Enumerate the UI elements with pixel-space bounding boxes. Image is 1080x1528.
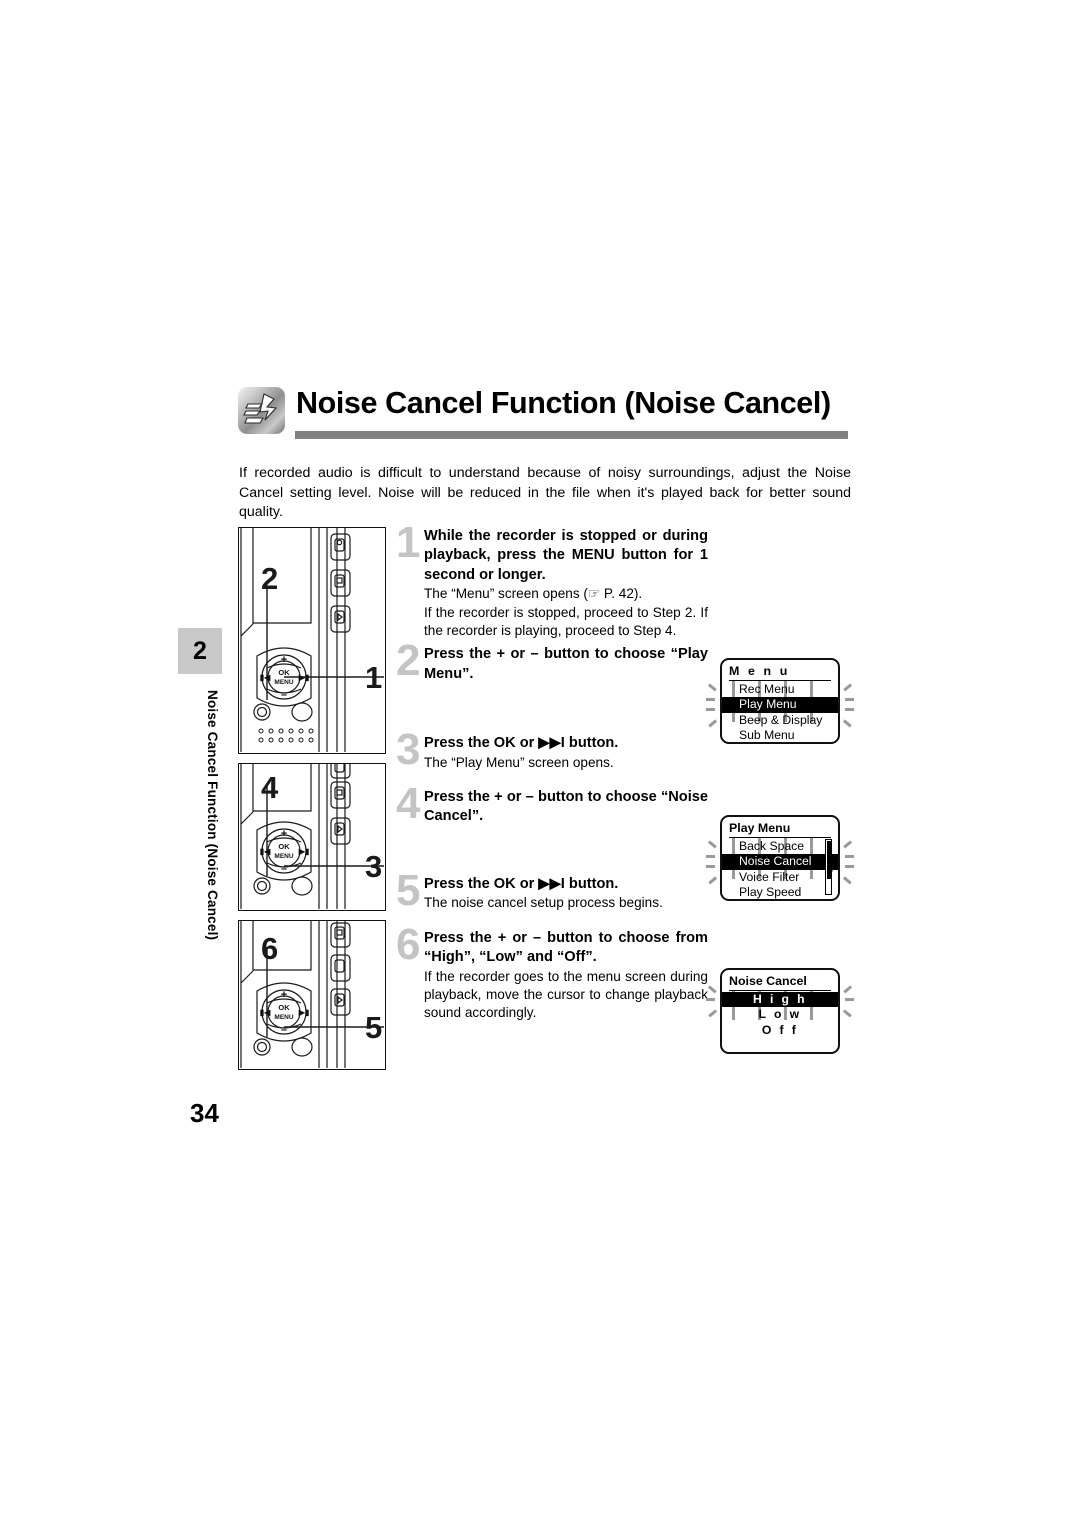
step-5-body: The noise cancel setup process begins. <box>424 895 663 911</box>
step-1-title: While the recorder is stopped or during … <box>424 527 708 585</box>
step-2-title: Press the + or – button to choose “Play … <box>424 646 708 682</box>
lcd-menu-title: M e n u <box>729 664 831 681</box>
lcd-play-menu-cursor-caret <box>828 867 833 875</box>
svg-text:▶▮: ▶▮ <box>298 1008 310 1017</box>
svg-text:–: – <box>281 863 287 875</box>
lcd-noise-cancel-row-off[interactable]: O f f <box>729 1023 831 1038</box>
lcd-menu-row-sub[interactable]: Sub Menu <box>729 728 831 743</box>
step-6-title: Press the + or – button to choose from “… <box>424 929 708 966</box>
svg-text:+: + <box>281 828 287 840</box>
svg-text:MENU: MENU <box>274 679 293 686</box>
svg-text:+: + <box>281 654 287 666</box>
svg-text:▶▮: ▶▮ <box>298 847 310 856</box>
step-1-number: 1 <box>396 518 421 567</box>
device-panel-3: + – ▮◀ ▶▮ OK MENU 6 5 <box>238 920 386 1070</box>
svg-text:MENU: MENU <box>274 1014 293 1021</box>
lcd-play-menu-row-voice-filter[interactable]: Voice Filter <box>729 870 831 885</box>
lcd-menu-row-beep[interactable]: Beep & Display <box>729 713 831 728</box>
svg-text:MENU: MENU <box>274 853 293 860</box>
lcd-menu-rows: Rec Menu Play Menu Beep & Display Sub Me… <box>722 682 838 743</box>
step-4-number: 4 <box>396 779 421 829</box>
step-4: 4 Press the + or – button to choose “Noi… <box>396 782 708 827</box>
chapter-tab: 2 <box>178 628 222 674</box>
svg-text:▮◀: ▮◀ <box>260 847 271 856</box>
lcd-noise-cancel-rows: H i g h L o w O f f <box>722 992 838 1038</box>
step-1-body-line1: The “Menu” screen opens (☞ P. 42). <box>424 586 643 602</box>
lcd-play-menu-row-play-speed[interactable]: Play Speed <box>729 885 831 900</box>
step-4-title: Press the + or – button to choose “Noise… <box>424 789 708 825</box>
lcd-noise-cancel-row-low[interactable]: L o w <box>729 1007 831 1022</box>
step-1-body-line2: If the recorder is stopped, proceed to S… <box>424 604 708 639</box>
lcd-play-menu-row-noise-cancel[interactable]: Noise Cancel <box>722 854 838 870</box>
page-title: Noise Cancel Function (Noise Cancel) <box>296 386 831 420</box>
lcd-play-menu-title: Play Menu <box>729 821 831 838</box>
step-3-number: 3 <box>396 725 421 775</box>
device-callout-2: 2 <box>261 561 279 596</box>
device-panel-2: + – ▮◀ ▶▮ OK MENU 4 3 <box>238 763 386 911</box>
step-6-number: 6 <box>396 919 421 969</box>
lcd-play-menu-row-back-space[interactable]: Back Space <box>729 839 831 854</box>
lcd-noise-cancel: Noise Cancel H i g h L o w O f f <box>706 968 854 1054</box>
step-1: 1 While the recorder is stopped or durin… <box>396 521 708 640</box>
device-callout-3: 3 <box>365 849 383 884</box>
step-5: 5 Press the OK or ▶▶I button. The noise … <box>396 868 708 913</box>
svg-text:–: – <box>281 1024 287 1036</box>
lcd-menu-row-rec[interactable]: Rec Menu <box>729 682 831 697</box>
noise-cancel-icon <box>238 387 285 434</box>
step-5-number: 5 <box>396 865 421 915</box>
page-number: 34 <box>190 1098 219 1128</box>
lcd-menu: M e n u Rec Menu Play Menu Beep & Displa… <box>706 658 854 744</box>
device-panel-1: + – ▮◀ ▶▮ OK MENU 2 1 <box>238 527 386 754</box>
lcd-play-menu: Play Menu Back Space Noise Cancel Voice … <box>706 815 854 901</box>
svg-text:OK: OK <box>278 1003 290 1012</box>
step-3: 3 Press the OK or ▶▶I button. The “Play … <box>396 728 708 772</box>
device-callout-4: 4 <box>261 770 279 805</box>
lcd-play-menu-rows: Back Space Noise Cancel Voice Filter Pla… <box>722 839 838 900</box>
svg-text:▶▮: ▶▮ <box>298 673 310 682</box>
lcd-noise-cancel-title: Noise Cancel <box>729 974 831 991</box>
intro-paragraph: If recorded audio is difficult to unders… <box>239 465 851 520</box>
step-3-body: The “Play Menu” screen opens. <box>424 754 614 770</box>
step-6: 6 Press the + or – button to choose from… <box>396 922 708 1023</box>
step-6-body: If the recorder goes to the menu screen … <box>424 968 708 1021</box>
step-2-number: 2 <box>396 636 421 686</box>
svg-text:–: – <box>281 689 287 701</box>
device-callout-5: 5 <box>365 1010 383 1045</box>
chapter-tab-number: 2 <box>193 636 207 665</box>
svg-text:OK: OK <box>278 668 290 677</box>
step-3-title: Press the OK or ▶▶I button. <box>424 735 619 752</box>
side-running-title: Noise Cancel Function (Noise Cancel) <box>205 690 220 941</box>
device-callout-6: 6 <box>261 931 279 966</box>
step-1-menu-keyword: MENU <box>571 547 615 564</box>
title-rule <box>295 431 848 439</box>
step-2: 2 Press the + or – button to choose “Pla… <box>396 639 708 684</box>
lcd-menu-row-play[interactable]: Play Menu <box>722 697 838 713</box>
steps-list: 1 While the recorder is stopped or durin… <box>396 521 708 1028</box>
svg-text:▮◀: ▮◀ <box>260 1008 271 1017</box>
svg-text:OK: OK <box>278 842 290 851</box>
lcd-noise-cancel-row-high[interactable]: H i g h <box>722 992 838 1008</box>
svg-text:+: + <box>281 989 287 1001</box>
svg-text:▮◀: ▮◀ <box>260 673 271 682</box>
step-5-title: Press the OK or ▶▶I button. <box>424 875 619 892</box>
device-callout-1: 1 <box>365 660 383 695</box>
